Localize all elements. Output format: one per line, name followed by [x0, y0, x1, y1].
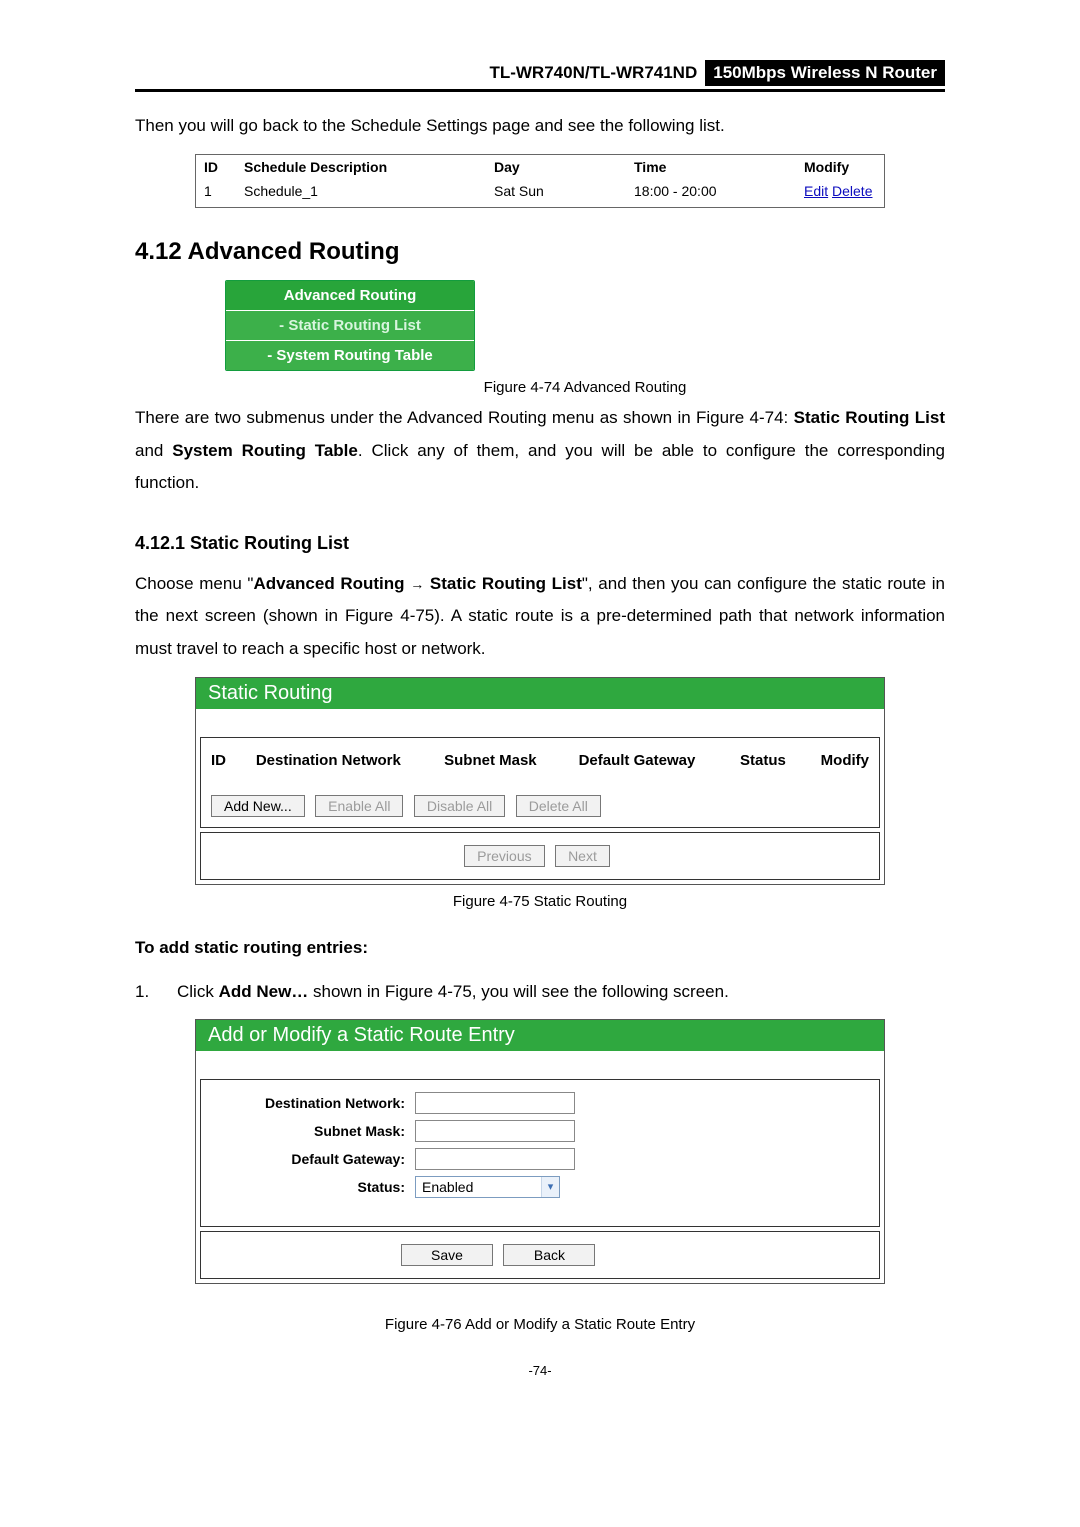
col-modify: Modify: [804, 159, 849, 175]
static-routing-panel: Static Routing ID Destination Network Su…: [195, 677, 885, 885]
figure-4-76-caption: Figure 4-76 Add or Modify a Static Route…: [135, 1316, 945, 1333]
add-new-button[interactable]: Add New...: [211, 795, 305, 817]
static-routing-title: Static Routing: [196, 678, 884, 709]
section-4-12-title: 4.12 Advanced Routing: [135, 238, 945, 266]
enable-all-button[interactable]: Enable All: [315, 795, 403, 817]
intro-text: Then you will go back to the Schedule Se…: [135, 110, 945, 142]
text: shown in Figure 4-75, you will see the f…: [308, 982, 729, 1001]
disable-all-button[interactable]: Disable All: [414, 795, 505, 817]
text-bold: Add New…: [219, 982, 309, 1001]
save-button[interactable]: Save: [401, 1244, 493, 1266]
schedule-table: ID Schedule Description Day Time Modify …: [195, 154, 885, 208]
text: Click: [177, 982, 219, 1001]
step-number: 1.: [135, 976, 177, 1008]
col-mask: Subnet Mask: [444, 752, 578, 769]
page-number: -74-: [135, 1363, 945, 1378]
cell-desc: Schedule_1: [244, 183, 494, 199]
text-bold: Static Routing List: [430, 574, 582, 593]
menu-head[interactable]: Advanced Routing: [226, 281, 474, 310]
default-gateway-field[interactable]: [415, 1148, 575, 1170]
col-status: Status: [740, 752, 821, 769]
status-select[interactable]: Enabled ▾: [415, 1176, 560, 1198]
step-1: 1. Click Add New… shown in Figure 4-75, …: [135, 976, 945, 1008]
table-row: 1 Schedule_1 Sat Sun 18:00 - 20:00 Edit …: [204, 179, 876, 199]
previous-button[interactable]: Previous: [464, 845, 544, 867]
text: There are two submenus under the Advance…: [135, 408, 794, 427]
label-subnet-mask: Subnet Mask:: [215, 1123, 415, 1139]
back-button[interactable]: Back: [503, 1244, 595, 1266]
label-status: Status:: [215, 1179, 415, 1195]
col-modify: Modify: [821, 752, 869, 769]
text: Choose menu ": [135, 574, 253, 593]
advanced-routing-menu-figure: Advanced Routing - Static Routing List -…: [225, 280, 945, 396]
destination-network-field[interactable]: [415, 1092, 575, 1114]
add-modify-panel: Add or Modify a Static Route Entry Desti…: [195, 1019, 885, 1284]
col-id: ID: [204, 159, 244, 175]
col-day: Day: [494, 159, 634, 175]
chevron-down-icon: ▾: [541, 1177, 559, 1197]
figure-4-75-caption: Figure 4-75 Static Routing: [135, 893, 945, 910]
arrow-right-icon: →: [410, 576, 424, 592]
section-4-12-1-paragraph: Choose menu "Advanced Routing → Static R…: [135, 568, 945, 665]
col-gw: Default Gateway: [579, 752, 740, 769]
status-select-value: Enabled: [422, 1179, 473, 1195]
figure-4-74-caption: Figure 4-74 Advanced Routing: [225, 379, 945, 396]
text: and: [135, 441, 172, 460]
col-dest: Destination Network: [256, 752, 444, 769]
subnet-mask-field[interactable]: [415, 1120, 575, 1142]
label-destination-network: Destination Network:: [215, 1095, 415, 1111]
next-button[interactable]: Next: [555, 845, 610, 867]
col-desc: Schedule Description: [244, 159, 494, 175]
col-time: Time: [634, 159, 804, 175]
product-label: 150Mbps Wireless N Router: [705, 60, 945, 86]
col-id: ID: [211, 752, 256, 769]
menu-static-routing-list[interactable]: - Static Routing List: [226, 310, 474, 340]
text-bold: Advanced Routing: [253, 574, 404, 593]
delete-all-button[interactable]: Delete All: [516, 795, 601, 817]
page-header: TL-WR740N/TL-WR741ND 150Mbps Wireless N …: [135, 60, 945, 92]
cell-day: Sat Sun: [494, 183, 634, 199]
model-label: TL-WR740N/TL-WR741ND: [481, 60, 705, 86]
add-modify-title: Add or Modify a Static Route Entry: [196, 1020, 884, 1051]
section-4-12-1-title: 4.12.1 Static Routing List: [135, 533, 945, 554]
section-4-12-paragraph: There are two submenus under the Advance…: [135, 402, 945, 499]
cell-time: 18:00 - 20:00: [634, 183, 804, 199]
edit-link[interactable]: Edit: [804, 183, 828, 199]
to-add-heading: To add static routing entries:: [135, 932, 945, 964]
delete-link[interactable]: Delete: [832, 183, 872, 199]
label-default-gateway: Default Gateway:: [215, 1151, 415, 1167]
text-bold: Static Routing List: [794, 408, 945, 427]
cell-id: 1: [204, 183, 244, 199]
menu-system-routing-table[interactable]: - System Routing Table: [226, 340, 474, 370]
text-bold: System Routing Table: [172, 441, 358, 460]
